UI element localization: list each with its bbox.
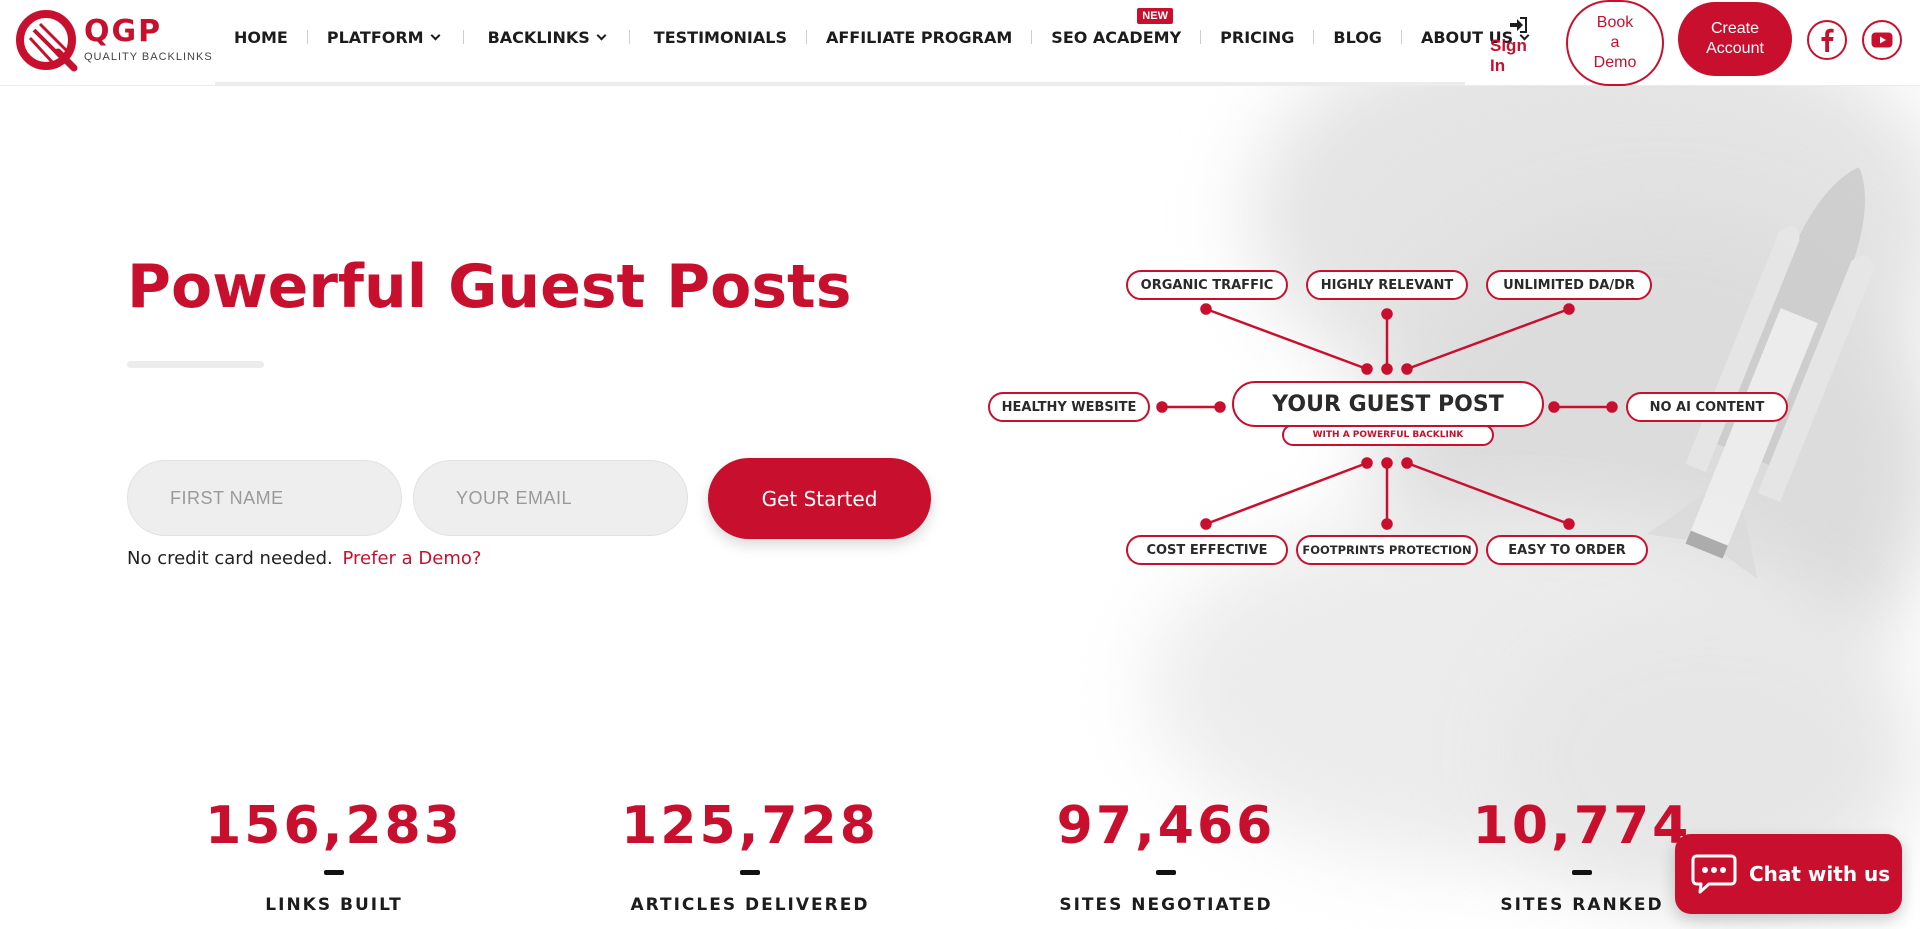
- sign-in-icon: [1510, 17, 1527, 33]
- nav-divider: [1313, 30, 1315, 44]
- nav-pricing-label: PRICING: [1220, 27, 1295, 47]
- nav-pricing[interactable]: PRICING: [1220, 28, 1294, 47]
- stat-label: LINKS BUILT: [265, 895, 403, 915]
- feature-cost-effective: COST EFFECTIVE: [1126, 535, 1288, 565]
- facebook-link[interactable]: [1807, 20, 1847, 60]
- nav-divider: [306, 30, 308, 44]
- first-name-input[interactable]: [127, 460, 402, 536]
- nav-platform[interactable]: PLATFORM: [326, 27, 441, 47]
- feature-no-ai-content: NO AI CONTENT: [1626, 392, 1788, 422]
- nav-divider: [462, 30, 464, 44]
- nav-divider: [1031, 30, 1033, 44]
- sign-in-label: Sign In: [1490, 36, 1527, 75]
- nav-testimonials[interactable]: TESTIMONIALS: [654, 28, 787, 47]
- feature-healthy-website: HEALTHY WEBSITE: [988, 392, 1150, 422]
- stat-value: 125,728: [621, 796, 879, 856]
- no-credit-card-note: No credit card needed. Prefer a Demo?: [127, 548, 481, 569]
- stat-articles-delivered: 125,728 ARTICLES DELIVERED: [600, 796, 900, 915]
- nav-divider: [628, 30, 630, 44]
- stat-dash: [324, 870, 344, 875]
- create-account-button[interactable]: Create Account: [1678, 2, 1792, 76]
- book-demo-label-line1: Book: [1596, 14, 1634, 31]
- brand-name: QGP: [84, 14, 163, 49]
- book-demo-button[interactable]: Book a Demo: [1566, 0, 1664, 86]
- nav-seo-academy-label: SEO ACADEMY: [1051, 27, 1182, 47]
- header-underline: [215, 82, 1465, 86]
- nav-divider: [1200, 30, 1202, 44]
- email-input[interactable]: [413, 460, 688, 536]
- stat-label: SITES NEGOTIATED: [1059, 895, 1273, 915]
- feature-highly-relevant: HIGHLY RELEVANT: [1306, 270, 1468, 300]
- your-guest-post-label: YOUR GUEST POST: [1232, 381, 1544, 427]
- nav-home-label: HOME: [234, 27, 288, 47]
- stat-value: 156,283: [205, 796, 463, 856]
- powerful-backlink-sublabel: WITH A POWERFUL BACKLINK: [1282, 424, 1494, 446]
- nav-backlinks[interactable]: BACKLINKS: [487, 27, 607, 47]
- book-demo-label-line2: a: [1610, 34, 1620, 51]
- nav-divider: [1400, 30, 1402, 44]
- feature-unlimited-da-dr: UNLIMITED DA/DR: [1486, 270, 1652, 300]
- stat-dash: [740, 870, 760, 875]
- stat-sites-negotiated: 97,466 SITES NEGOTIATED: [1016, 796, 1316, 915]
- book-demo-label-line3: Demo: [1593, 54, 1637, 71]
- stat-label: ARTICLES DELIVERED: [630, 895, 870, 915]
- guest-post-diagram: ORGANIC TRAFFIC HIGHLY RELEVANT UNLIMITE…: [980, 260, 1800, 580]
- nav-blog-label: BLOG: [1333, 27, 1382, 47]
- qgp-logo-icon: [16, 10, 78, 72]
- nav-blog[interactable]: BLOG: [1333, 28, 1382, 47]
- chat-label: Chat with us: [1749, 862, 1891, 886]
- chevron-down-icon: [596, 30, 607, 40]
- brand-logo[interactable]: QGP QUALITY BACKLINKS: [14, 8, 219, 72]
- feature-easy-to-order: EASY TO ORDER: [1486, 535, 1648, 565]
- create-account-label-line1: Create: [1710, 20, 1760, 37]
- chat-bubble-icon: [1691, 854, 1737, 894]
- nav-home[interactable]: HOME: [234, 28, 288, 47]
- youtube-link[interactable]: [1862, 20, 1902, 60]
- nav-seo-academy[interactable]: SEO ACADEMY NEW: [1051, 7, 1182, 47]
- note-text: No credit card needed.: [127, 548, 333, 569]
- feature-footprints-protection: FOOTPRINTS PROTECTION: [1296, 535, 1478, 565]
- nav-affiliate-program[interactable]: AFFILIATE PROGRAM: [826, 28, 1012, 47]
- create-account-label-line2: Account: [1706, 40, 1764, 57]
- site-header: QGP QUALITY BACKLINKS HOME PLATFORM BACK…: [0, 0, 1920, 86]
- facebook-icon: [1821, 28, 1834, 52]
- stat-value: 97,466: [1056, 796, 1276, 856]
- nav-backlinks-label: BACKLINKS: [487, 27, 590, 47]
- hero-title: Powerful Guest Posts: [127, 252, 852, 322]
- sign-in-link[interactable]: Sign In: [1490, 16, 1546, 76]
- nav-testimonials-label: TESTIMONIALS: [653, 27, 787, 47]
- nav-platform-label: PLATFORM: [326, 27, 424, 47]
- prefer-demo-link[interactable]: Prefer a Demo?: [342, 548, 481, 569]
- nav-affiliate-program-label: AFFILIATE PROGRAM: [825, 27, 1013, 47]
- nav-divider: [805, 30, 807, 44]
- new-badge: NEW: [1137, 7, 1173, 24]
- hero-divider: [127, 361, 264, 368]
- chat-with-us-button[interactable]: Chat with us: [1675, 834, 1902, 914]
- main-nav: HOME PLATFORM BACKLINKS TESTIMONIALS AFF…: [234, 7, 1530, 50]
- brand-tagline: QUALITY BACKLINKS: [84, 51, 213, 63]
- get-started-button[interactable]: Get Started: [708, 458, 931, 539]
- feature-organic-traffic: ORGANIC TRAFFIC: [1126, 270, 1288, 300]
- stat-dash: [1572, 870, 1592, 875]
- youtube-icon: [1871, 32, 1893, 48]
- stat-links-built: 156,283 LINKS BUILT: [184, 796, 484, 915]
- stat-dash: [1156, 870, 1176, 875]
- chevron-down-icon: [430, 30, 441, 40]
